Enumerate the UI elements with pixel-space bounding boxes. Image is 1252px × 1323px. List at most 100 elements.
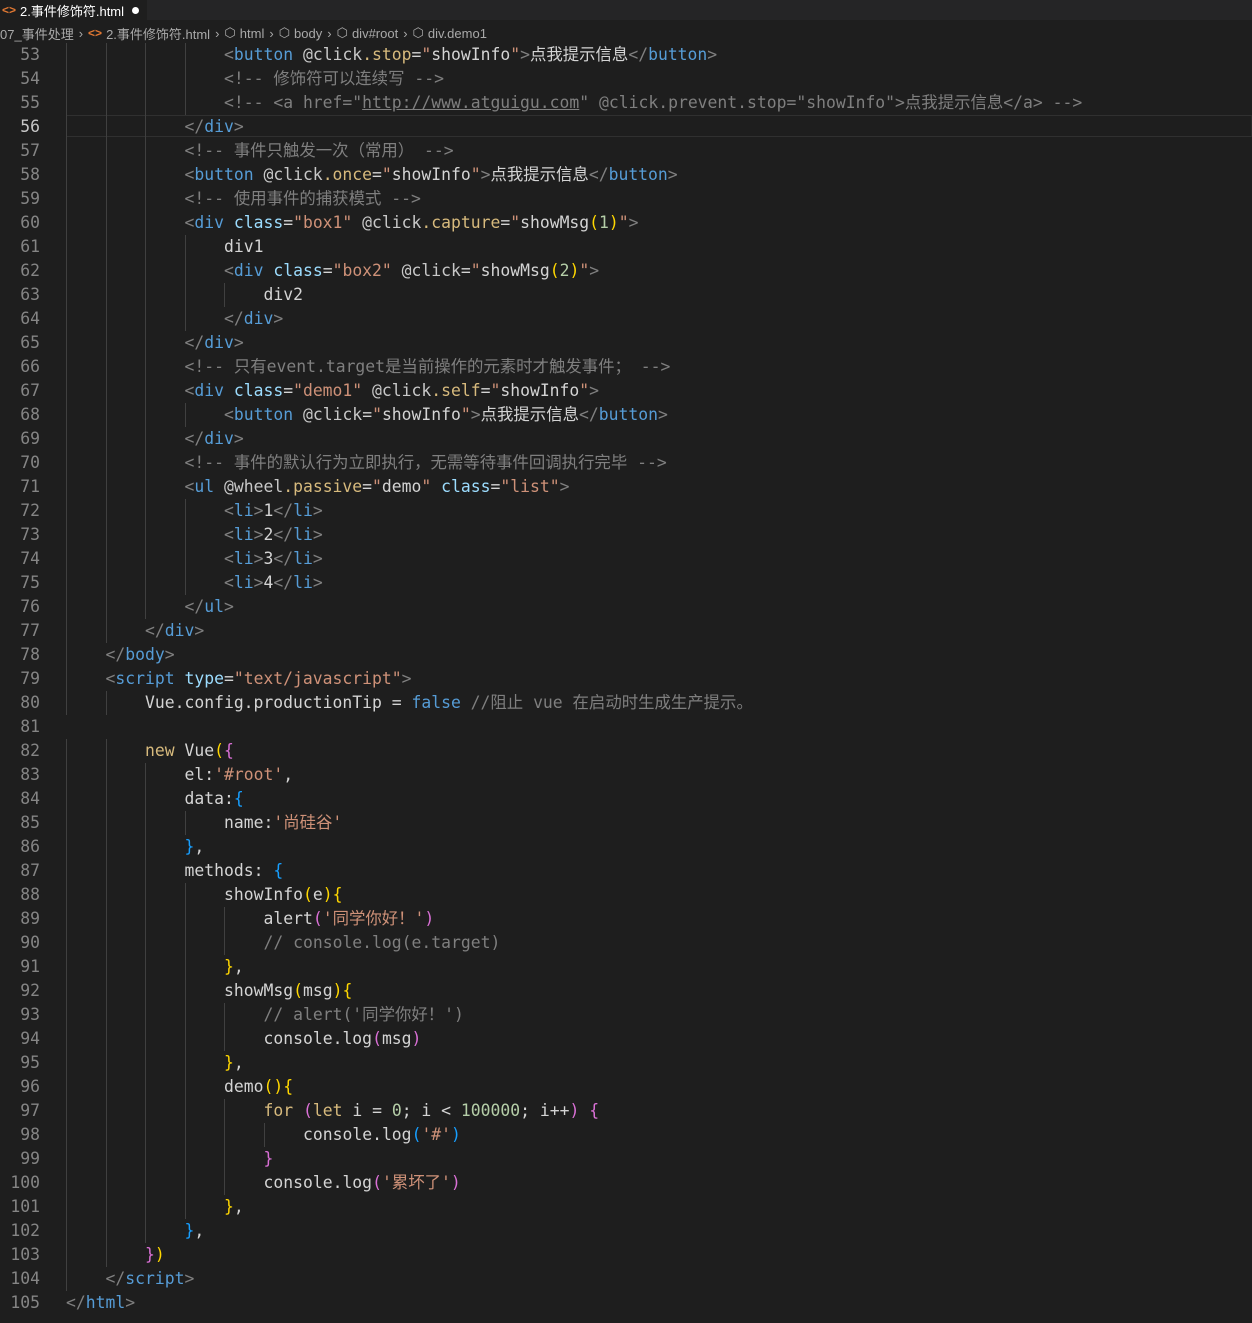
- code-text: methods: {: [185, 859, 284, 883]
- code-line[interactable]: 64 </div>: [0, 307, 1252, 331]
- code-line[interactable]: 84 data:{: [0, 787, 1252, 811]
- code-line[interactable]: 71 <ul @wheel.passive="demo" class="list"…: [0, 475, 1252, 499]
- code-line[interactable]: 103}): [0, 1243, 1252, 1267]
- code-line[interactable]: 80 Vue.config.productionTip = false //阻止 …: [0, 691, 1252, 715]
- indent-guide: [145, 1123, 146, 1147]
- code-line[interactable]: 75 <li>4</li>: [0, 571, 1252, 595]
- indent-guide: [105, 43, 107, 67]
- code-token: <: [184, 165, 195, 184]
- code-token: ,: [233, 1197, 244, 1216]
- indent-guide: [105, 595, 107, 619]
- code-line[interactable]: 96 demo(){: [0, 1075, 1252, 1099]
- code-text: showMsg(msg){: [224, 979, 352, 1003]
- code-line[interactable]: 91},: [0, 955, 1252, 979]
- code-line[interactable]: 67 <div class="demo1" @click.self="showIn…: [0, 379, 1252, 403]
- code-token: </: [184, 117, 205, 136]
- code-token: button: [648, 45, 708, 64]
- code-line[interactable]: 98 console.log('#'): [0, 1123, 1252, 1147]
- code-line[interactable]: 95},: [0, 1051, 1252, 1075]
- code-token: </: [184, 597, 205, 616]
- code-line[interactable]: 87 methods: {: [0, 859, 1252, 883]
- indent-guide: [66, 115, 67, 139]
- code-line[interactable]: 68 <button @click="showInfo">点我提示信息</butt…: [0, 403, 1252, 427]
- code-line[interactable]: 62 <div class="box2" @click="showMsg(2)">: [0, 259, 1252, 283]
- code-line[interactable]: 82 new Vue({: [0, 739, 1252, 763]
- code-token: (: [372, 1029, 382, 1048]
- indent-guide: [224, 1171, 225, 1195]
- code-line[interactable]: 93 // alert('同学你好！'): [0, 1003, 1252, 1027]
- code-line[interactable]: 101},: [0, 1195, 1252, 1219]
- indent-guide: [145, 787, 146, 811]
- code-line[interactable]: 55 <!-- <a href="http://www.atguigu.com" …: [0, 91, 1252, 115]
- code-line[interactable]: 63 div2: [0, 283, 1252, 307]
- tab-active-file[interactable]: <> 2.事件修饰符.html: [0, 0, 148, 20]
- code-line[interactable]: 57 <!-- 事件只触发一次（常用） -->: [0, 139, 1252, 163]
- code-line[interactable]: 104 </script>: [0, 1267, 1252, 1291]
- chevron-right-icon: ›: [269, 25, 274, 41]
- code-editor[interactable]: 53 <button @click.stop="showInfo">点我提示信息<…: [0, 43, 1252, 1323]
- code-line[interactable]: 94 console.log(msg): [0, 1027, 1252, 1051]
- code-line[interactable]: 77 </div>: [0, 619, 1252, 643]
- code-token: ": [510, 45, 521, 64]
- line-number: 68: [20, 405, 40, 424]
- code-line[interactable]: 99}: [0, 1147, 1252, 1171]
- code-token: '同学你好！': [322, 909, 425, 928]
- code-line[interactable]: 81: [0, 715, 1252, 739]
- indent-guide: [105, 475, 107, 499]
- indent-guide: [105, 883, 107, 907]
- indent-guide: [105, 1123, 107, 1147]
- code-line[interactable]: 90 // console.log(e.target): [0, 931, 1252, 955]
- line-number: 71: [20, 477, 40, 496]
- code-line[interactable]: 65 </div>: [0, 331, 1252, 355]
- code-token: </: [273, 501, 294, 520]
- code-line[interactable]: 61 div1: [0, 235, 1252, 259]
- indent-guide: [66, 67, 67, 91]
- code-text: </body>: [106, 643, 175, 667]
- code-token: 4: [263, 573, 274, 592]
- code-line[interactable]: 89 alert('同学你好！'): [0, 907, 1252, 931]
- code-token: ; i <: [401, 1101, 461, 1120]
- line-number: 69: [20, 429, 40, 448]
- code-line[interactable]: 74 <li>3</li>: [0, 547, 1252, 571]
- code-token: ): [450, 1173, 461, 1192]
- code-line[interactable]: 100 console.log('累坏了'): [0, 1171, 1252, 1195]
- code-line[interactable]: 66 <!-- 只有event.target是当前操作的元素时才触发事件； -->: [0, 355, 1252, 379]
- code-line[interactable]: 54 <!-- 修饰符可以连续写 -->: [0, 67, 1252, 91]
- code-line[interactable]: 69 </div>: [0, 427, 1252, 451]
- code-line[interactable]: 92 showMsg(msg){: [0, 979, 1252, 1003]
- breadcrumb-html[interactable]: ⬡ html: [224, 25, 264, 41]
- code-token: button: [233, 45, 294, 64]
- line-number: 57: [20, 141, 40, 160]
- code-line[interactable]: 72 <li>1</li>: [0, 499, 1252, 523]
- breadcrumb-file[interactable]: <> 2.事件修饰符.html: [88, 24, 210, 43]
- code-line[interactable]: 78 </body>: [0, 643, 1252, 667]
- code-line[interactable]: 53 <button @click.stop="showInfo">点我提示信息<…: [0, 43, 1252, 67]
- code-line[interactable]: 60 <div class="box1" @click.capture="show…: [0, 211, 1252, 235]
- code-line[interactable]: 105 </html>: [0, 1291, 1252, 1315]
- code-token: }: [224, 1053, 234, 1072]
- breadcrumb-folder[interactable]: 07_事件处理: [0, 24, 74, 43]
- code-line[interactable]: 83 el:'#root',: [0, 763, 1252, 787]
- code-line[interactable]: 70 <!-- 事件的默认行为立即执行，无需等待事件回调执行完毕 -->: [0, 451, 1252, 475]
- code-line[interactable]: 73 <li>2</li>: [0, 523, 1252, 547]
- indent-guide: [66, 763, 67, 787]
- code-token: // console.log(e.target): [263, 933, 501, 952]
- line-number: 87: [20, 861, 40, 880]
- breadcrumb-div-demo1[interactable]: ⬡ div.demo1: [413, 25, 487, 41]
- code-line[interactable]: 85 name:'尚硅谷': [0, 811, 1252, 835]
- code-token: @click: [401, 261, 461, 280]
- code-line[interactable]: 88 showInfo(e){: [0, 883, 1252, 907]
- breadcrumb-div-root[interactable]: ⬡ div#root: [337, 25, 399, 41]
- code-line[interactable]: 59 <!-- 使用事件的捕获模式 -->: [0, 187, 1252, 211]
- code-line[interactable]: 79 <script type="text/javascript">: [0, 667, 1252, 691]
- indent-guide: [184, 547, 186, 571]
- breadcrumb-body[interactable]: ⬡ body: [279, 25, 323, 41]
- code-line[interactable]: 86},: [0, 835, 1252, 859]
- code-line[interactable]: 76 </ul>: [0, 595, 1252, 619]
- code-line[interactable]: 58 <button @click.once="showInfo">点我提示信息<…: [0, 163, 1252, 187]
- code-line[interactable]: 102},: [0, 1219, 1252, 1243]
- unsaved-dot-icon[interactable]: [132, 6, 140, 14]
- code-line[interactable]: 97 for (let i = 0; i < 100000; i++) {: [0, 1099, 1252, 1123]
- code-line[interactable]: 56 </div>: [0, 115, 1252, 139]
